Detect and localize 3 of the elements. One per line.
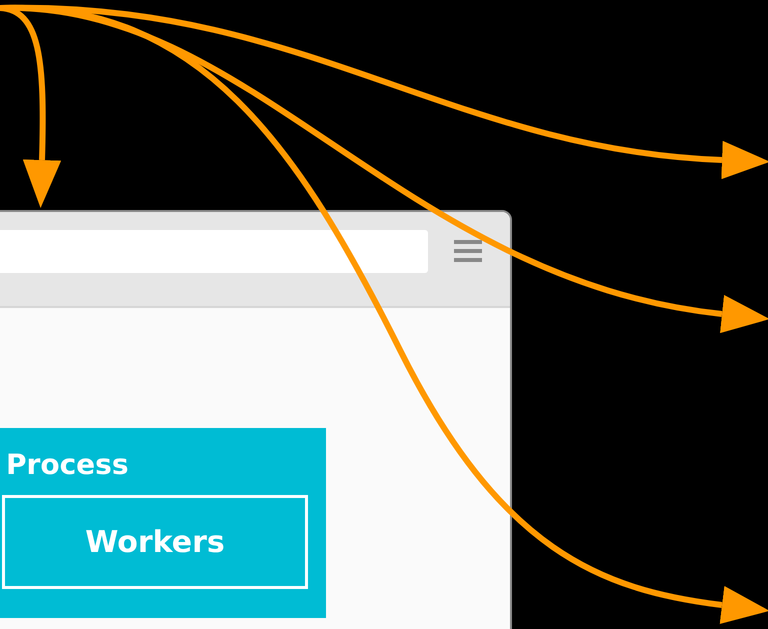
panel-title: Process [6, 448, 130, 481]
workers-button[interactable]: Workers [2, 495, 308, 589]
menu-icon[interactable] [454, 240, 482, 262]
